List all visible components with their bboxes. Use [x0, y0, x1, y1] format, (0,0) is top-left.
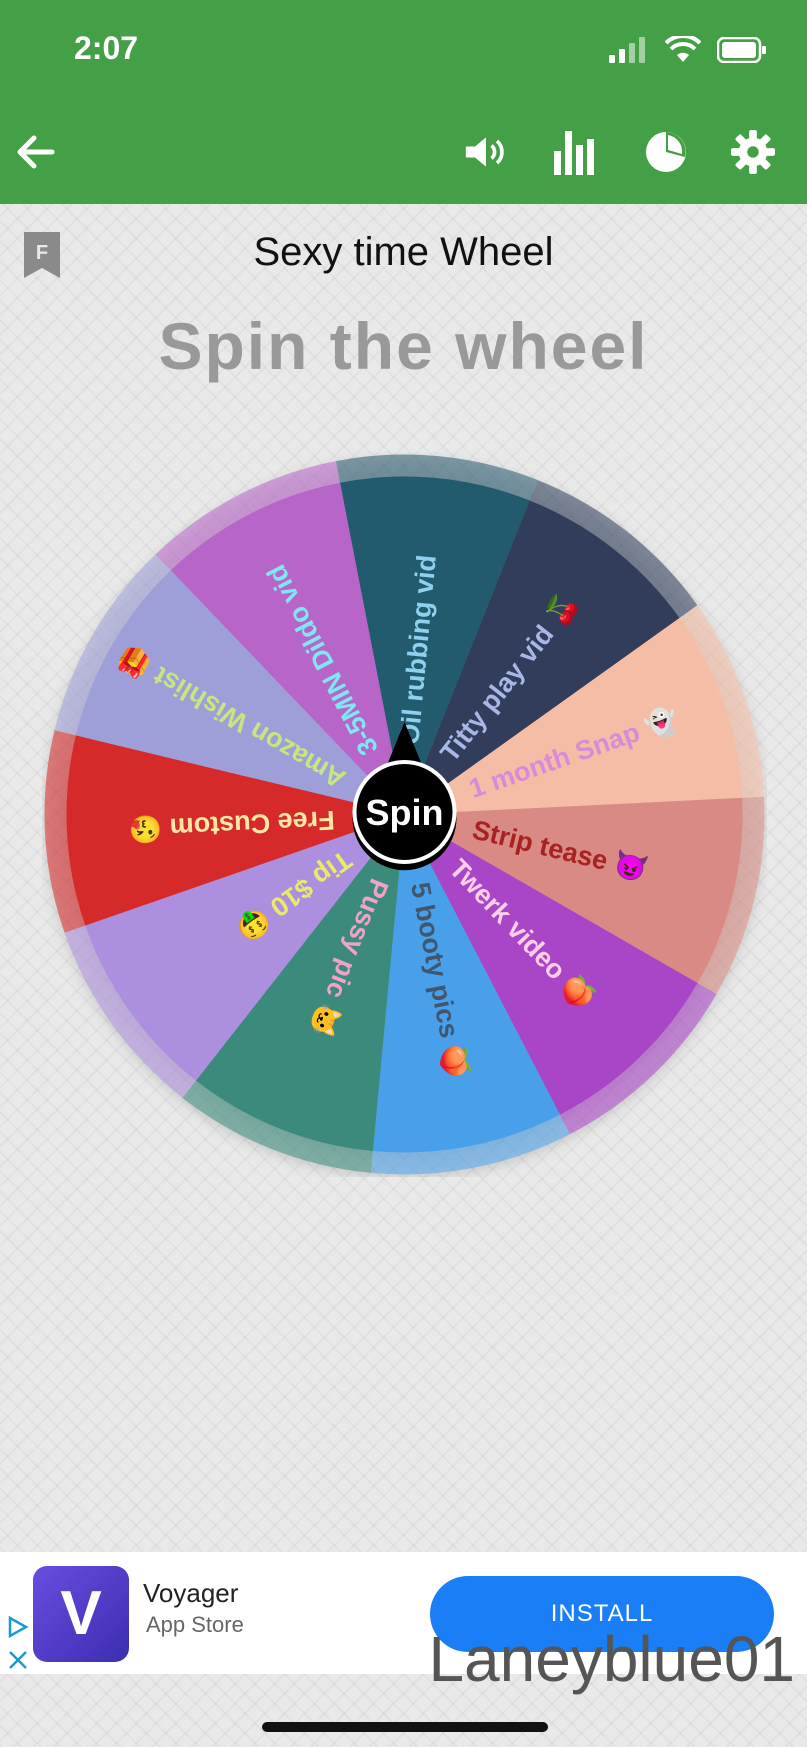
spin-heading: Spin the wheel	[158, 309, 649, 383]
results-button[interactable]	[644, 130, 688, 174]
status-icons	[609, 36, 767, 64]
back-button[interactable]	[14, 130, 58, 174]
ad-store-name: App Store	[146, 1612, 244, 1637]
status-bar: 2:07	[0, 0, 807, 100]
watermark: Laneyblue01	[428, 1623, 795, 1695]
ad-app-name: Voyager	[143, 1578, 239, 1608]
ad-choices[interactable]	[6, 1615, 30, 1672]
spin-wheel[interactable]: Oil rubbing vid Titty play vid 🍒 1 month S…	[42, 452, 767, 1177]
pie-chart-icon	[646, 132, 686, 172]
ad-app-logo[interactable]: V	[33, 1566, 129, 1662]
gear-icon	[731, 130, 775, 174]
home-indicator[interactable]	[262, 1722, 548, 1732]
ad-close-icon	[9, 1651, 27, 1669]
wifi-icon	[665, 36, 701, 62]
volume-button[interactable]	[464, 130, 508, 174]
adchoices-icon	[8, 1615, 29, 1639]
wheel-graphic[interactable]: Oil rubbing vidTitty play vid 🍒1 month S…	[42, 452, 767, 1177]
stats-button[interactable]	[552, 130, 596, 175]
app-bar: 2:07	[0, 0, 807, 204]
settings-button[interactable]	[731, 130, 775, 174]
arrow-left-icon	[17, 135, 55, 169]
battery-icon	[717, 37, 766, 63]
spin-button-label: Spin	[366, 792, 444, 833]
toolbar	[0, 110, 807, 190]
volume-icon	[465, 137, 504, 167]
bar-chart-icon	[554, 131, 594, 175]
signal-icon	[609, 37, 645, 63]
status-time: 2:07	[74, 30, 139, 66]
page-title: Sexy time Wheel	[253, 230, 554, 274]
